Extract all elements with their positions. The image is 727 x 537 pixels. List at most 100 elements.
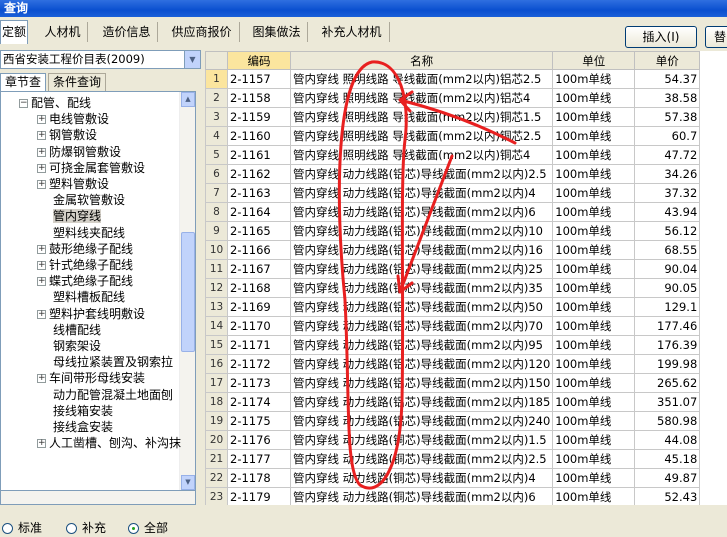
expand-icon[interactable]: + [37,180,46,189]
radio-all[interactable]: 全部 [128,519,168,537]
table-row[interactable]: 2 2-1158 管内穿线 照明线路 导线截面(mm2以内)铝芯4 100m单线 38.… [205,88,701,108]
table-row[interactable]: 9 2-1165 管内穿线 动力线路(铝芯)导线截面(mm2以内)10 100m单线 5… [205,221,701,241]
table-row[interactable]: 10 2-1166 管内穿线 动力线路(铝芯)导线截面(mm2以内)16 100m单线… [205,240,701,260]
tree-item-label: 可挠金属套管敷设 [49,160,146,175]
tab-3[interactable]: 供应商报价 [164,22,240,42]
tree-item[interactable]: 线槽配线 [53,322,101,338]
scroll-up-icon[interactable]: ▲ [181,92,195,107]
unit-cell: 100m单线 [552,411,636,431]
expand-icon[interactable]: + [37,277,46,287]
table-row[interactable]: 17 2-1173 管内穿线 动力线路(铝芯)导线截面(mm2以内)150 100m单… [205,373,701,393]
collapse-icon[interactable]: − [19,99,28,108]
tree-item[interactable]: + 电线管敷设 [37,111,109,127]
tree-horizontal-scrollbar[interactable] [0,491,196,505]
tree-vertical-scrollbar[interactable]: ▲ ▼ [179,92,195,490]
unit-cell: 100m单线 [552,107,636,127]
code-cell: 2-1177 [227,449,291,469]
tree-item[interactable]: + 可挠金属套管敷设 [37,160,145,176]
table-row[interactable]: 6 2-1162 管内穿线 动力线路(铝芯)导线截面(mm2以内)2.5 100m单线… [205,164,701,184]
unit-cell: 100m单线 [552,145,636,165]
column-header[interactable]: 单位 [552,51,636,70]
scroll-down-icon[interactable]: ▼ [181,475,195,490]
row-number: 1 [205,69,228,89]
radio-supplement[interactable]: 补充 [66,519,106,537]
table-row[interactable]: 20 2-1176 管内穿线 动力线路(铜芯)导线截面(mm2以内)1.5 100m单… [205,430,701,450]
code-cell: 2-1179 [227,487,291,505]
name-cell: 管内穿线 动力线路(铜芯)导线截面(mm2以内)6 [289,487,554,505]
table-row[interactable]: 14 2-1170 管内穿线 动力线路(铝芯)导线截面(mm2以内)70 100m单线… [205,316,701,336]
chevron-down-icon[interactable]: ▼ [184,51,200,68]
tab-2[interactable]: 造价信息 [96,22,158,42]
price-cell: 37.32 [634,183,701,203]
tab-0[interactable]: 定额 [0,20,28,44]
library-select[interactable]: 西省安装工程价目表(2009) ▼ [0,50,201,69]
table-row[interactable]: 22 2-1178 管内穿线 动力线路(铜芯)导线截面(mm2以内)4 100m单线 4… [205,468,701,488]
tree-item[interactable]: + 蝶式绝缘子配线 [37,273,133,289]
table-row[interactable]: 18 2-1174 管内穿线 动力线路(铝芯)导线截面(mm2以内)185 100m单… [205,392,701,412]
tree-item[interactable]: + 钢管敷设 [37,127,97,143]
tree-item[interactable]: + 人工凿槽、刨沟、补沟抹 [37,435,181,451]
table-row[interactable]: 8 2-1164 管内穿线 动力线路(铝芯)导线截面(mm2以内)6 100m单线 43… [205,202,701,222]
tab-condition-query[interactable]: 条件查询 [48,73,106,91]
tree-item[interactable]: 接线盒安装 [53,419,113,435]
tree-item[interactable]: 母线拉紧装置及钢索拉 [53,354,173,370]
tree-item[interactable]: + 车间带形母线安装 [37,370,145,386]
expand-icon[interactable]: + [37,163,46,173]
tab-1[interactable]: 人材机 [38,22,88,42]
tab-bar: 定额 人材机 造价信息 供应商报价 图集做法 补充人材机 [0,17,727,45]
table-row[interactable]: 11 2-1167 管内穿线 动力线路(铝芯)导线截面(mm2以内)25 100m单线… [205,259,701,279]
table-row[interactable]: 16 2-1172 管内穿线 动力线路(铝芯)导线截面(mm2以内)120 100m单… [205,354,701,374]
row-number: 6 [205,164,228,184]
expand-icon[interactable]: + [37,439,46,449]
code-cell: 2-1160 [227,126,291,146]
column-header[interactable]: 编码 [227,51,291,70]
column-header[interactable] [205,51,228,70]
expand-icon[interactable]: + [37,244,46,254]
expand-icon[interactable]: + [37,261,46,270]
insert-button[interactable]: 插入(I) [625,26,697,48]
tree-item[interactable]: 动力配管混凝土地面刨 [53,387,173,403]
table-row[interactable]: 1 2-1157 管内穿线 照明线路 导线截面(mm2以内)铝芯2.5 100m单线 5… [205,69,701,89]
code-cell: 2-1164 [227,202,291,222]
tree-item[interactable]: 管内穿线 [53,208,102,224]
tree-item[interactable]: + 塑料管敷设 [37,176,109,192]
expand-icon[interactable]: + [37,115,46,125]
expand-icon[interactable]: + [37,374,46,384]
code-cell: 2-1159 [227,107,291,127]
table-row[interactable]: 4 2-1160 管内穿线 照明线路 导线截面(mm2以内)铜芯2.5 100m单线 6… [205,126,701,146]
table-row[interactable]: 15 2-1171 管内穿线 动力线路(铝芯)导线截面(mm2以内)95 100m单线… [205,335,701,355]
table-row[interactable]: 7 2-1163 管内穿线 动力线路(铝芯)导线截面(mm2以内)4 100m单线 37… [205,183,701,203]
tree-item[interactable]: 钢索架设 [53,338,101,354]
row-number: 14 [205,316,228,336]
tree-item[interactable]: 金属软管敷设 [53,192,125,208]
quota-table: 编码 名称 单位 单价 1 2-1157 管内穿线 照明线路 导线截面(mm2以内)铝芯2… [205,51,727,505]
tree-item[interactable]: + 防爆钢管敷设 [37,144,121,160]
tree-item[interactable]: 接线箱安装 [53,403,113,419]
expand-icon[interactable]: + [37,131,46,141]
table-row[interactable]: 3 2-1159 管内穿线 照明线路 导线截面(mm2以内)铜芯1.5 100m单线 5… [205,107,701,127]
table-row[interactable]: 12 2-1168 管内穿线 动力线路(铝芯)导线截面(mm2以内)35 100m单线… [205,278,701,298]
table-row[interactable]: 19 2-1175 管内穿线 动力线路(铝芯)导线截面(mm2以内)240 100m单… [205,411,701,431]
filter-radio-group: 标准 补充 全部 [0,519,202,537]
tab-4[interactable]: 图集做法 [246,22,308,42]
expand-icon[interactable]: + [37,147,46,157]
tree-item[interactable]: 塑料线夹配线 [53,225,125,241]
radio-standard[interactable]: 标准 [2,519,42,537]
table-row[interactable]: 13 2-1169 管内穿线 动力线路(铝芯)导线截面(mm2以内)50 100m单线… [205,297,701,317]
expand-icon[interactable]: + [37,309,46,319]
column-header[interactable]: 名称 [289,51,554,70]
table-row[interactable]: 21 2-1177 管内穿线 动力线路(铜芯)导线截面(mm2以内)2.5 100m单… [205,449,701,469]
table-row[interactable]: 5 2-1161 管内穿线 照明线路 导线截面(mm2以内)铜芯4 100m单线 47.… [205,145,701,165]
scroll-thumb[interactable] [181,232,195,352]
table-row[interactable]: 23 2-1179 管内穿线 动力线路(铜芯)导线截面(mm2以内)6 100m单线 5… [205,487,701,505]
tab-5[interactable]: 补充人材机 [314,22,390,42]
tree-item[interactable]: + 塑料护套线明敷设 [37,306,145,322]
tree-item[interactable]: + 针式绝缘子配线 [37,257,133,273]
tree-item[interactable]: − 配管、配线 [19,95,91,111]
tree-item[interactable]: 塑料槽板配线 [53,289,125,305]
column-header[interactable]: 单价 [634,51,701,70]
tab-chapter-query[interactable]: 章节查询 [0,73,46,106]
name-cell: 管内穿线 动力线路(铝芯)导线截面(mm2以内)95 [289,335,554,355]
replace-button[interactable]: 替 [705,26,727,48]
tree-item[interactable]: + 鼓形绝缘子配线 [37,241,133,257]
